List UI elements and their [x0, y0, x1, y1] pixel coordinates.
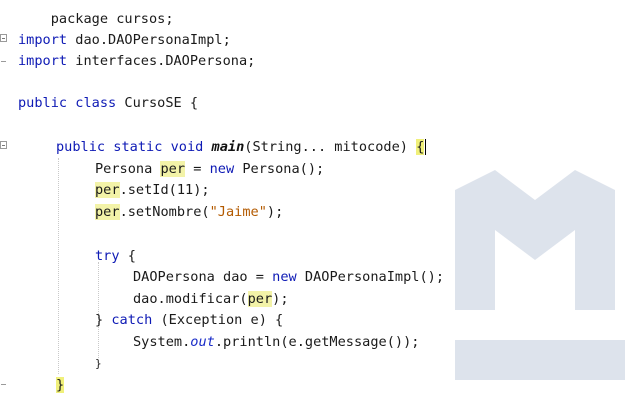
fold-end-marker — [1, 61, 6, 62]
mitocode-watermark-logo — [455, 170, 625, 380]
method-name: main — [211, 139, 245, 155]
static-field: out — [190, 334, 215, 350]
code-line-catch[interactable]: } catch (Exception e) { — [95, 309, 283, 331]
code-text: dao.modificar( — [133, 291, 248, 307]
code-text: } — [95, 312, 112, 328]
code-text: ); — [272, 291, 289, 307]
code-line-persona-new[interactable]: Persona per = new Persona(); — [95, 158, 324, 180]
code-text: interfaces.DAOPersona; — [67, 53, 256, 69]
fold-end-marker — [1, 384, 6, 385]
code-text: dao.DAOPersonaImpl; — [67, 32, 231, 48]
code-text: Persona — [95, 161, 161, 177]
code-line-println[interactable]: System.out.println(e.getMessage()); — [133, 331, 419, 353]
keyword-import: import — [18, 53, 68, 69]
code-line-package[interactable]: package cursos; — [18, 0, 174, 27]
fold-toggle-icon[interactable] — [0, 34, 7, 42]
code-text: DAOPersonaImpl(); — [296, 269, 445, 285]
code-text: = — [185, 161, 210, 177]
code-line-import[interactable]: import interfaces.DAOPersona; — [18, 50, 255, 72]
highlighted-variable: per — [247, 291, 273, 307]
code-line-try[interactable]: try { — [95, 245, 136, 267]
matched-brace: { — [416, 139, 425, 155]
keyword-void: void — [170, 139, 204, 155]
code-line-set-nombre[interactable]: per.setNombre("Jaime"); — [95, 201, 283, 223]
closing-brace: } — [95, 357, 102, 370]
code-text: package cursos; — [50, 11, 174, 27]
code-text: DAOPersona dao = — [133, 269, 273, 285]
code-text: .println(e.getMessage()); — [214, 334, 420, 350]
keyword-new: new — [272, 269, 297, 285]
code-editor[interactable]: package cursos; import dao.DAOPersonaImp… — [0, 0, 625, 406]
code-line-import[interactable]: import dao.DAOPersonaImpl; — [18, 29, 231, 51]
keyword-public: public — [18, 95, 68, 111]
code-text: Persona(); — [234, 161, 325, 177]
code-line-main-declaration[interactable]: public static void main(String... mitoco… — [56, 136, 427, 158]
string-literal: "Jaime" — [209, 204, 267, 220]
matched-brace: } — [56, 377, 65, 393]
code-line-dao-new[interactable]: DAOPersona dao = new DAOPersonaImpl(); — [133, 266, 444, 288]
code-text: .setId(11); — [119, 182, 210, 198]
code-line-class-declaration[interactable]: public class CursoSE { — [18, 92, 198, 114]
highlighted-variable: per — [160, 161, 186, 177]
indent-guide — [58, 158, 59, 374]
code-line-set-id[interactable]: per.setId(11); — [95, 179, 210, 201]
text-caret — [425, 139, 427, 155]
keyword-try: try — [95, 248, 120, 264]
code-text: (Exception e) { — [152, 312, 284, 328]
fold-toggle-icon[interactable] — [0, 141, 7, 149]
keyword-new: new — [209, 161, 235, 177]
code-line-close-main[interactable]: } — [56, 374, 65, 396]
keyword-catch: catch — [111, 312, 153, 328]
keyword-static: static — [113, 139, 163, 155]
code-line-modificar[interactable]: dao.modificar(per); — [133, 288, 289, 310]
highlighted-variable: per — [95, 182, 120, 198]
code-line-close-try[interactable]: } — [95, 353, 102, 375]
code-text: .setNombre( — [119, 204, 210, 220]
keyword-public: public — [56, 139, 106, 155]
class-name: CursoSE { — [116, 95, 199, 111]
code-text: System. — [133, 334, 191, 350]
code-text: (String... mitocode) — [244, 139, 417, 155]
code-text: { — [119, 248, 136, 264]
highlighted-variable: per — [95, 204, 120, 220]
keyword-class: class — [75, 95, 117, 111]
editor-gutter — [0, 0, 12, 406]
keyword-import: import — [18, 32, 68, 48]
code-text: ); — [266, 204, 284, 220]
